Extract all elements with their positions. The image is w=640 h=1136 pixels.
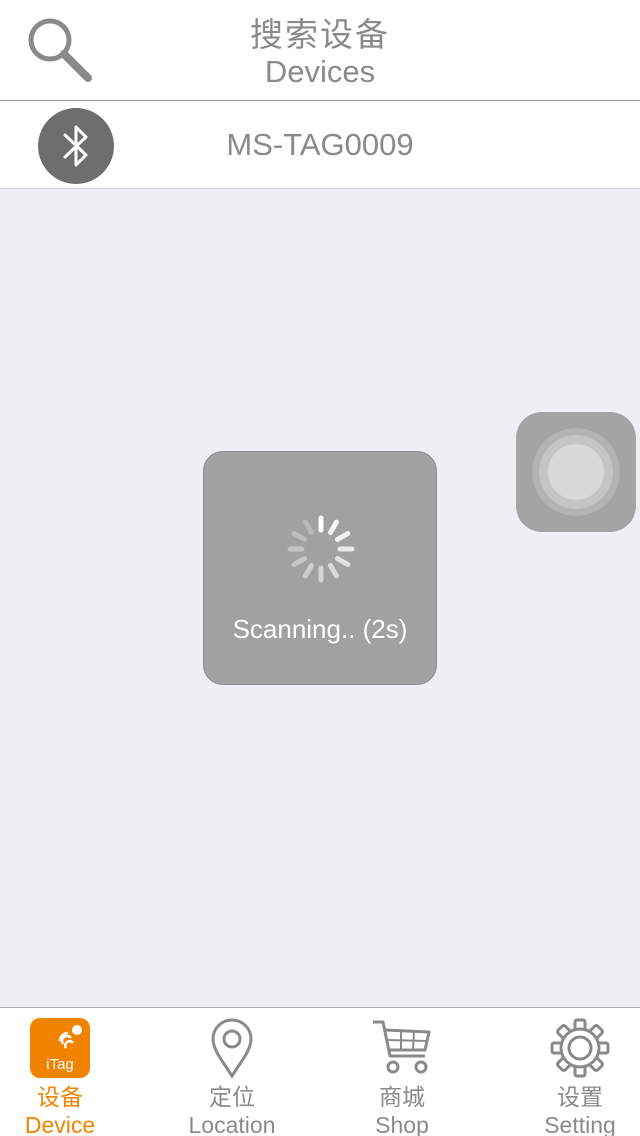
spinner-icon — [287, 515, 355, 583]
assistive-touch-button[interactable] — [516, 412, 636, 532]
assistive-touch-core — [548, 444, 604, 500]
itag-icon: iTag — [30, 1018, 90, 1078]
device-name: MS-TAG0009 — [226, 127, 414, 162]
gear-icon — [550, 1018, 610, 1078]
tab-device[interactable]: iTag 设备 Device — [0, 1008, 120, 1136]
tab-label: Shop — [375, 1112, 429, 1136]
tab-label-chinese: 设备 — [37, 1085, 83, 1111]
shopping-cart-icon — [373, 1020, 431, 1074]
nav-header: 搜索设备 Devices — [0, 0, 640, 101]
app-screen: 搜索设备 Devices MS-TAG0009 Scanning.. (2s) … — [0, 0, 640, 1136]
tab-location[interactable]: 定位 Location — [172, 1008, 292, 1136]
scanning-status: Scanning.. (2s) — [232, 614, 408, 644]
itag-icon-label: iTag — [46, 1056, 74, 1073]
scanning-hud: Scanning.. (2s) — [203, 451, 437, 685]
tab-label: Device — [24, 1112, 96, 1136]
itag-tab-icon-wrap: iTag — [30, 1018, 90, 1078]
tab-shop[interactable]: 商城 Shop — [342, 1008, 462, 1136]
tab-label-chinese: 商城 — [379, 1085, 425, 1111]
page-title-chinese: 搜索设备 — [250, 15, 390, 54]
tab-setting[interactable]: 设置 Setting — [520, 1008, 640, 1136]
tab-label: Location — [188, 1112, 276, 1136]
tab-label: Setting — [544, 1112, 616, 1136]
tab-label-chinese: 设置 — [557, 1085, 603, 1111]
location-pin-icon — [211, 1018, 253, 1078]
page-title: Devices — [264, 54, 376, 89]
device-list-item[interactable]: MS-TAG0009 — [0, 101, 640, 189]
tab-label-chinese: 定位 — [209, 1085, 255, 1111]
tab-bar: iTag 设备 Device 定位 Location 商城 Shop 设置 Se… — [0, 1007, 640, 1136]
